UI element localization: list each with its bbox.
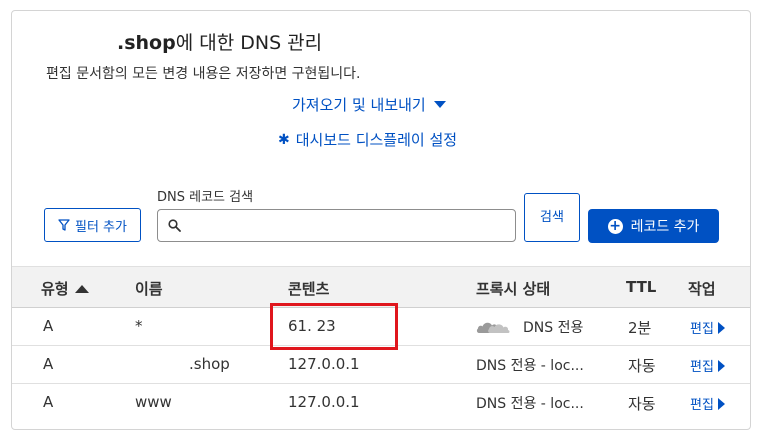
record-content: 127.0.0.1 xyxy=(288,355,360,373)
dns-search-field[interactable] xyxy=(157,209,516,242)
domain-name: .shop xyxy=(117,32,176,54)
proxy-status: DNS 전용 - loc... xyxy=(476,396,584,412)
edit-record-button[interactable]: 편집 xyxy=(690,394,725,413)
chevron-right-icon xyxy=(717,359,725,372)
add-record-label: 레코드 추가 xyxy=(630,219,700,235)
page-subtitle: 편집 문서함의 모든 변경 내용은 저장하면 구현됩니다. xyxy=(46,66,361,82)
edit-record-button[interactable]: 편집 xyxy=(690,356,725,375)
record-ttl: 2분 xyxy=(628,319,652,337)
table-row: A www 127.0.0.1 DNS 전용 - loc... 자동 편집 xyxy=(12,384,750,422)
edit-label: 편집 xyxy=(690,322,714,337)
proxy-status: DNS 전용 xyxy=(523,320,584,336)
dns-search-input[interactable] xyxy=(187,217,515,234)
table-row: A .shop 127.0.0.1 DNS 전용 - loc... 자동 편집 xyxy=(12,346,750,384)
record-type: A xyxy=(43,317,54,335)
record-type: A xyxy=(43,393,54,411)
cloud-icon xyxy=(476,322,510,333)
add-filter-button[interactable]: 필터 추가 xyxy=(44,208,141,242)
dashboard-display-link[interactable]: ✱ 대시보드 디스플레이 설정 xyxy=(278,129,457,150)
content-highlight-box xyxy=(270,303,398,350)
edit-label: 편집 xyxy=(690,360,714,375)
chevron-right-icon xyxy=(717,321,725,334)
column-actions-header: 작업 xyxy=(688,280,716,298)
record-name: .shop xyxy=(189,355,230,373)
edit-record-button[interactable]: 편집 xyxy=(690,318,725,337)
search-label: DNS 레코드 검색 xyxy=(157,190,254,205)
gear-icon: ✱ xyxy=(278,131,290,148)
dashboard-display-label: 대시보드 디스플레이 설정 xyxy=(295,131,458,149)
title-suffix: 에 대한 DNS 관리 xyxy=(175,32,323,54)
filter-icon xyxy=(58,219,70,231)
table-header: 유형 이름 콘텐츠 프록시 상태 TTL 작업 xyxy=(12,266,750,308)
proxy-status: DNS 전용 - loc... xyxy=(476,358,584,374)
column-content-header[interactable]: 콘텐츠 xyxy=(288,278,329,299)
edit-label: 편집 xyxy=(690,398,714,413)
record-ttl: 자동 xyxy=(628,357,656,375)
record-name: * xyxy=(135,317,143,335)
caret-down-icon xyxy=(433,101,446,108)
sort-ascending-icon xyxy=(74,284,89,293)
import-export-link[interactable]: 가져오기 및 내보내기 xyxy=(292,94,446,115)
page-title: .shop에 대한 DNS 관리 xyxy=(117,28,322,55)
add-record-button[interactable]: + 레코드 추가 xyxy=(588,209,719,243)
record-name: www xyxy=(135,393,172,411)
search-icon xyxy=(168,219,181,232)
add-filter-label: 필터 추가 xyxy=(75,219,127,235)
column-ttl-header[interactable]: TTL xyxy=(626,278,656,296)
column-name-header[interactable]: 이름 xyxy=(135,278,163,299)
record-type: A xyxy=(43,355,54,373)
column-type-header[interactable]: 유형 xyxy=(41,278,89,299)
search-button[interactable]: 검색 xyxy=(524,193,580,242)
import-export-label: 가져오기 및 내보내기 xyxy=(292,96,426,114)
column-type-label: 유형 xyxy=(41,280,69,298)
plus-circle-icon: + xyxy=(607,217,623,234)
record-ttl: 자동 xyxy=(628,395,656,413)
chevron-right-icon xyxy=(717,397,725,410)
record-content: 127.0.0.1 xyxy=(288,393,360,411)
column-proxy-header[interactable]: 프록시 상태 xyxy=(476,278,550,299)
